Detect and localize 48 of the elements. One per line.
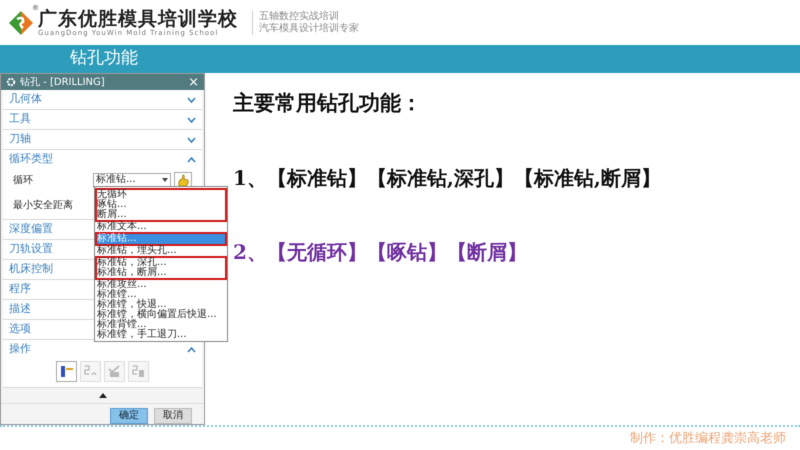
dropdown-option[interactable]: 标准镗，快退... (97, 300, 221, 310)
field-label: 最小安全距离 (13, 198, 74, 212)
tagline: 五轴数控实战培训 (259, 10, 340, 22)
dialog-title: 钻孔 - [DRILLING] (20, 76, 106, 90)
close-button[interactable]: × (188, 76, 199, 88)
dropdown-option[interactable]: 标准文本... (97, 222, 221, 232)
settings-icon (6, 77, 16, 87)
hand-icon (176, 174, 190, 186)
section-label: 操作 (9, 341, 31, 358)
drill-icon (59, 364, 74, 379)
dropdown-option[interactable]: 标准镗... (97, 290, 221, 300)
tagline: 汽车模具设计培训专家 (259, 22, 359, 34)
tool-button[interactable] (56, 361, 77, 382)
expand-icon[interactable] (98, 393, 106, 398)
section-header[interactable]: 几何体 (3, 90, 202, 109)
section-header[interactable]: 循环类型 (3, 150, 202, 169)
section-header[interactable]: 操作 (3, 340, 202, 359)
check-icon (107, 364, 122, 379)
dropdown-option[interactable]: 标准镗，横向偏置后快退... (97, 310, 221, 320)
dropdown-option[interactable]: 标准背镗... (97, 320, 221, 330)
section-header[interactable]: 工具 (3, 110, 202, 129)
author-credit: 制作：优胜编程龚崇高老师 (630, 430, 786, 448)
field-label: 循环 (13, 174, 34, 188)
section-label: 循环类型 (9, 151, 53, 168)
cycle-select[interactable]: 标准钻... (93, 172, 171, 188)
chevron-up-icon[interactable] (187, 156, 196, 162)
content-line: 1、【标准钻】【标准钻,深孔】【标准钻,断屑】 (233, 164, 662, 192)
dropdown-option[interactable]: 标准攻丝... (97, 280, 221, 290)
content-line: 2、【无循环】【啄钻】【断屑】 (233, 238, 528, 266)
dropdown-option[interactable]: 啄钻... (97, 200, 221, 210)
logo-icon (8, 10, 34, 36)
section-header[interactable]: 刀轴 (3, 130, 202, 149)
cancel-button[interactable]: 取消 (154, 408, 192, 424)
content-heading: 主要常用钻孔功能： (233, 89, 423, 117)
caret-icon (162, 178, 168, 182)
chevron-down-icon[interactable] (187, 136, 196, 142)
section-label: 工具 (9, 111, 31, 128)
dropdown-option[interactable]: 标准钻，埋头孔... (97, 246, 221, 256)
ok-button[interactable]: 确定 (110, 408, 148, 424)
section-label: 几何体 (9, 91, 42, 108)
path-icon (131, 364, 146, 379)
section-label: 刀轴 (9, 131, 31, 148)
chevron-down-icon[interactable] (187, 116, 196, 122)
dropdown-option[interactable]: 标准镗，手工退刀... (97, 330, 221, 340)
slide-title: 钻孔功能 (70, 47, 138, 70)
school-name: 广东优胜模具培训学校 (38, 8, 238, 28)
chevron-up-icon[interactable] (187, 346, 196, 352)
chevron-down-icon[interactable] (187, 96, 196, 102)
